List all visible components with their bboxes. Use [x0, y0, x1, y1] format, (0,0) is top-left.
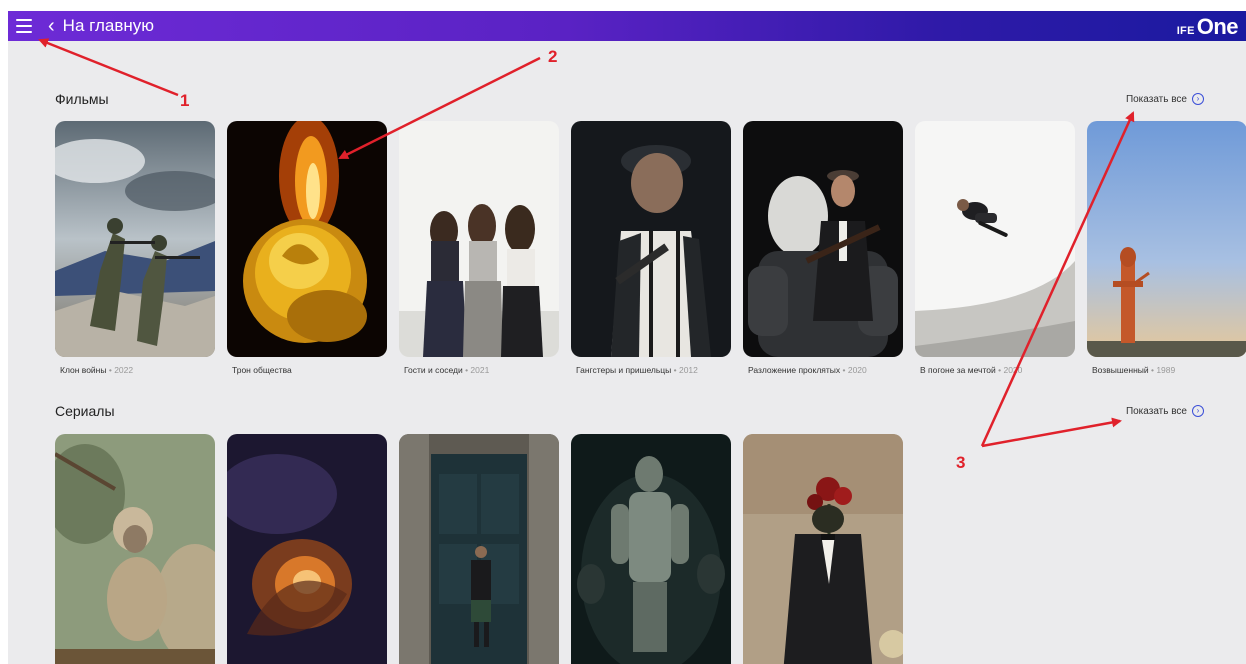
series-card[interactable]	[743, 434, 903, 664]
movie-poster	[571, 121, 731, 357]
section-title-series: Сериалы	[55, 403, 115, 419]
chevron-right-circle-icon: ›	[1192, 93, 1204, 105]
movie-caption: Трон общества	[227, 365, 387, 375]
brand-logo: IFE One	[1176, 14, 1239, 40]
movie-year: 2021	[470, 365, 490, 375]
movie-caption: Разложение проклятых • 2020	[743, 365, 903, 375]
movie-caption: Клон войны • 2022	[55, 365, 215, 375]
show-all-label: Показать все	[1125, 405, 1187, 417]
movie-title: Клон войны	[60, 365, 107, 375]
movie-title: В погоне за мечтой	[920, 365, 996, 375]
movie-poster	[743, 121, 903, 357]
series-card[interactable]	[227, 434, 387, 664]
movie-card[interactable]: Разложение проклятых • 2020	[743, 121, 903, 375]
chevron-left-icon: ‹	[48, 15, 55, 37]
movie-year: 2020	[1003, 365, 1023, 375]
series-poster	[743, 434, 903, 664]
movie-caption: Гангстеры и пришельцы • 2012	[571, 365, 731, 375]
show-all-series-button[interactable]: Показать все ›	[1126, 405, 1204, 417]
movie-year: 2012	[678, 365, 698, 375]
top-bar: ‹ На главную IFE One	[8, 11, 1246, 41]
movie-poster	[55, 121, 215, 357]
series-card[interactable]	[55, 434, 215, 664]
movie-title: Разложение проклятых	[748, 365, 841, 375]
series-poster	[399, 434, 559, 664]
movie-year: 2020	[847, 365, 867, 375]
movie-year: 2022	[114, 365, 134, 375]
movie-card[interactable]: Клон войны • 2022	[55, 121, 215, 375]
series-poster	[55, 434, 215, 664]
movie-caption: Гости и соседи • 2021	[399, 365, 559, 375]
series-card[interactable]	[571, 434, 731, 664]
logo-prefix: IFE	[1176, 25, 1195, 37]
movie-poster	[227, 121, 387, 357]
logo-word: One	[1196, 14, 1239, 39]
hamburger-icon[interactable]	[16, 19, 32, 33]
movie-year: 1989	[1156, 365, 1176, 375]
movie-poster	[399, 121, 559, 357]
series-poster	[571, 434, 731, 664]
section-title-movies: Фильмы	[55, 91, 109, 107]
movie-card[interactable]: Возвышенный • 1989	[1087, 121, 1246, 375]
movie-title: Гости и соседи	[404, 365, 463, 375]
movie-poster	[915, 121, 1075, 357]
back-to-home-link[interactable]: ‹ На главную	[48, 15, 154, 37]
movie-year-separator: •	[840, 365, 848, 375]
series-poster	[227, 434, 387, 664]
movie-caption: В погоне за мечтой • 2020	[915, 365, 1075, 375]
movie-card[interactable]: В погоне за мечтой • 2020	[915, 121, 1075, 375]
movie-title: Возвышенный	[1092, 365, 1149, 375]
series-card[interactable]	[399, 434, 559, 664]
movie-caption: Возвышенный • 1989	[1087, 365, 1246, 375]
show-all-movies-button[interactable]: Показать все ›	[1126, 93, 1204, 105]
movie-title: Гангстеры и пришельцы	[576, 365, 672, 375]
show-all-label: Показать все	[1125, 93, 1187, 105]
movie-poster	[1087, 121, 1246, 357]
movie-year-separator: •	[671, 365, 679, 375]
movie-card[interactable]: Гости и соседи • 2021	[399, 121, 559, 375]
movie-card[interactable]: Трон общества	[227, 121, 387, 375]
chevron-right-circle-icon: ›	[1192, 405, 1204, 417]
back-label: На главную	[62, 16, 154, 35]
movie-card[interactable]: Гангстеры и пришельцы • 2012	[571, 121, 731, 375]
app-screen: ‹ На главную IFE One Фильмы Показать все…	[8, 11, 1246, 664]
movie-title: Трон общества	[232, 365, 292, 375]
